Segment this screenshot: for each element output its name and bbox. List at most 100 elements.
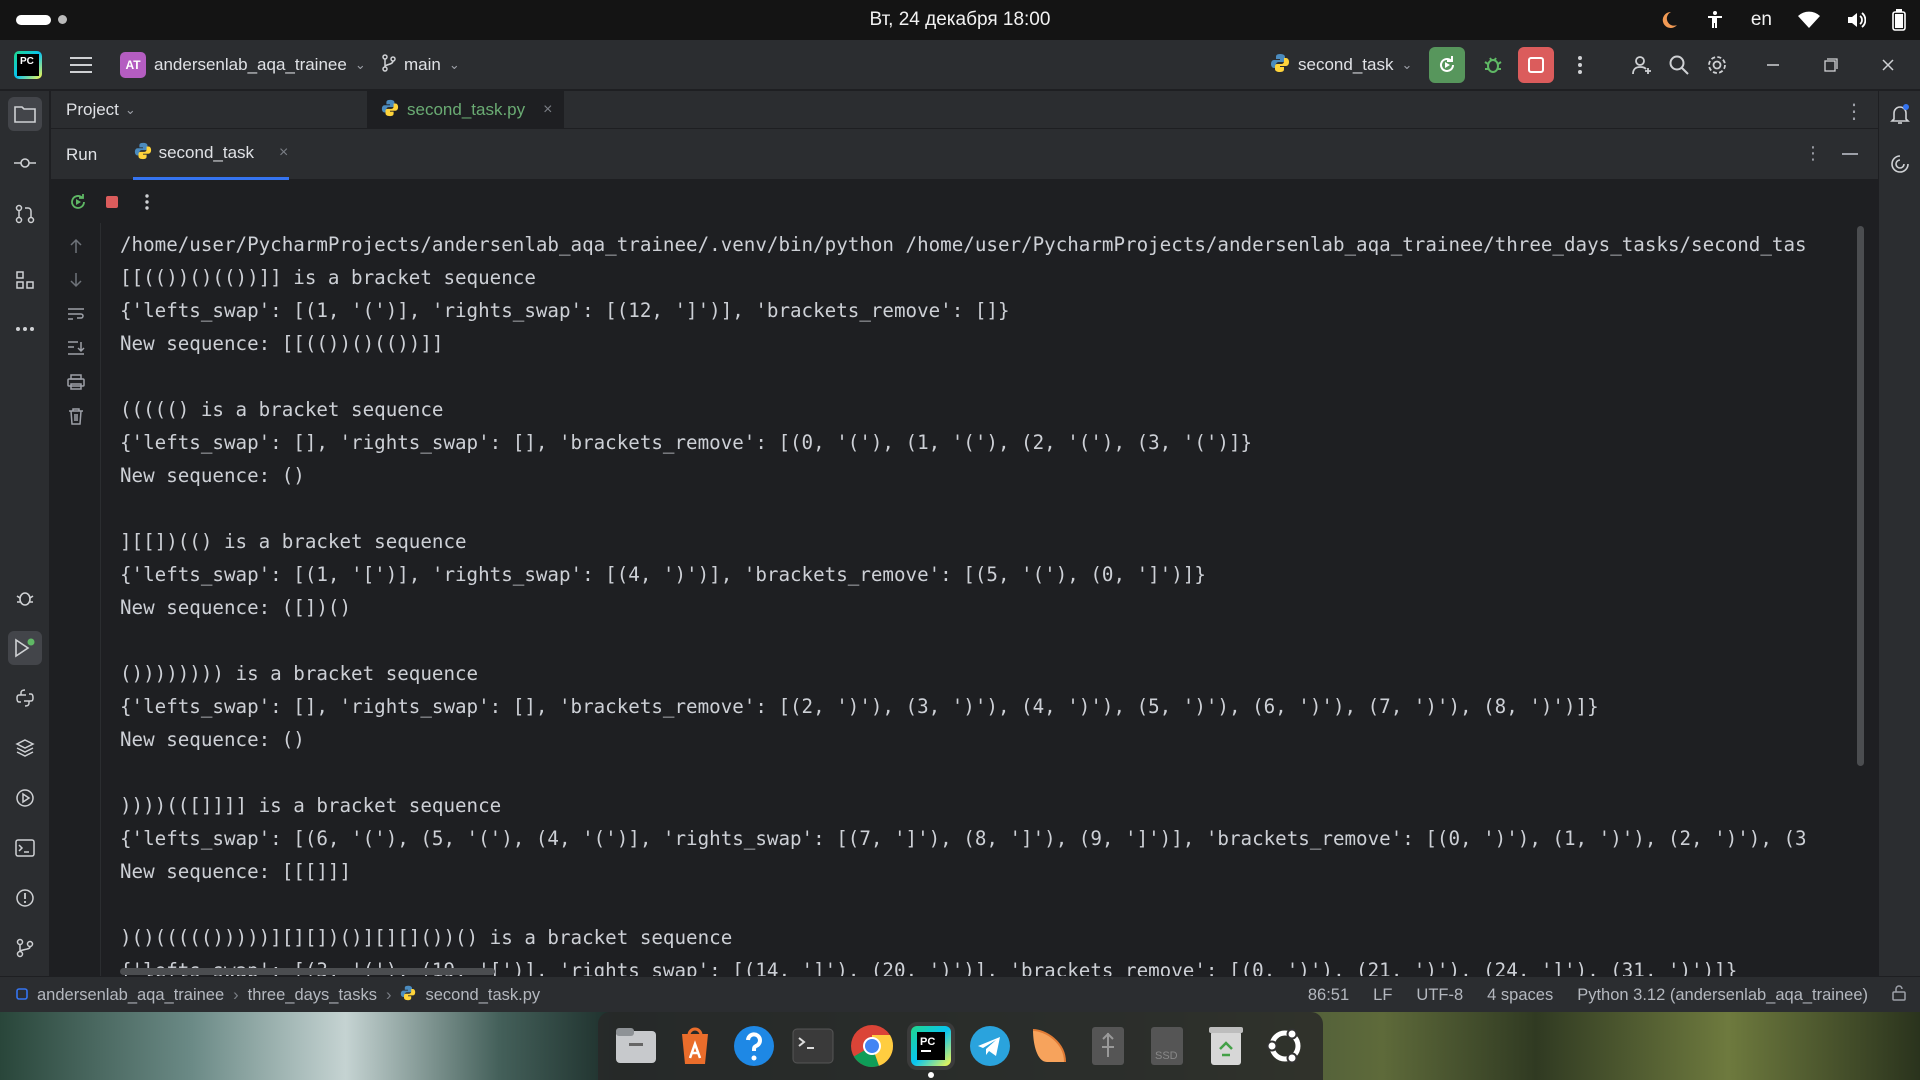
- telegram-icon[interactable]: [966, 1022, 1014, 1070]
- branch-icon: [382, 53, 396, 77]
- close-tab-icon[interactable]: ×: [543, 101, 552, 119]
- scroll-to-end-icon[interactable]: [65, 337, 87, 359]
- close-tab-icon[interactable]: ×: [279, 144, 288, 162]
- notifications-bell-icon[interactable]: [1883, 97, 1917, 131]
- console-vertical-scrollbar[interactable]: [1857, 226, 1864, 766]
- rerun-icon[interactable]: [67, 191, 89, 213]
- volume-icon[interactable]: [1846, 11, 1866, 29]
- console-line: New sequence: [[[]]]: [120, 860, 352, 883]
- debug-tool-icon[interactable]: [8, 581, 42, 615]
- console-side-toolbar: [51, 223, 101, 976]
- run-tool-icon[interactable]: [8, 631, 42, 665]
- files-icon[interactable]: [612, 1022, 660, 1070]
- stop-button[interactable]: [1518, 47, 1554, 83]
- keyboard-layout[interactable]: en: [1751, 9, 1772, 31]
- main-menu-icon[interactable]: [70, 40, 92, 90]
- print-icon[interactable]: [65, 371, 87, 393]
- pycharm-logo-icon[interactable]: PC: [14, 40, 42, 90]
- chevron-down-icon: ⌄: [124, 102, 136, 117]
- run-tab-second-task[interactable]: second_task ×: [133, 129, 289, 180]
- svg-text:PC: PC: [920, 1036, 935, 1048]
- debug-button[interactable]: [1475, 47, 1511, 83]
- run-config-name: second_task: [1298, 55, 1394, 74]
- svg-text:SSD: SSD: [1155, 1050, 1178, 1062]
- structure-icon[interactable]: [8, 263, 42, 297]
- night-light-icon[interactable]: [1659, 10, 1679, 30]
- hide-panel-icon[interactable]: [1842, 153, 1858, 155]
- problems-icon[interactable]: [8, 881, 42, 915]
- trash-icon[interactable]: [65, 405, 87, 427]
- ide-main-toolbar: PC AT andersenlab_aqa_trainee ⌄ main ⌄ s…: [0, 40, 1920, 90]
- chevron-down-icon: ⌄: [448, 57, 460, 72]
- chevron-down-icon: ⌄: [1401, 57, 1413, 72]
- vcs-branch-switcher[interactable]: main ⌄: [382, 40, 460, 90]
- window-restore-icon[interactable]: [1813, 47, 1849, 83]
- breadcrumb-item[interactable]: second_task.py: [425, 986, 540, 1005]
- app-center-icon[interactable]: [671, 1022, 719, 1070]
- chrome-icon[interactable]: [848, 1022, 896, 1070]
- usb-drive-icon[interactable]: [1084, 1022, 1132, 1070]
- run-configuration-selector[interactable]: second_task ⌄: [1270, 40, 1412, 90]
- stop-icon[interactable]: [101, 191, 123, 213]
- more-tool-windows-icon[interactable]: [8, 312, 42, 346]
- ai-assistant-icon[interactable]: [1883, 147, 1917, 181]
- ssd-drive-icon[interactable]: SSD: [1143, 1022, 1191, 1070]
- console-line: New sequence: (): [120, 728, 305, 751]
- project-folder-icon[interactable]: [8, 97, 42, 131]
- python-icon: [134, 142, 152, 165]
- line-separator[interactable]: LF: [1373, 986, 1392, 1005]
- ubuntu-logo-icon[interactable]: [1261, 1022, 1309, 1070]
- breadcrumb-item[interactable]: andersenlab_aqa_trainee: [37, 986, 224, 1005]
- wifi-icon[interactable]: [1798, 11, 1820, 29]
- console-line: {'lefts_swap': [], 'rights_swap': [], 'b…: [120, 431, 1253, 454]
- project-switcher[interactable]: AT andersenlab_aqa_trainee ⌄: [120, 40, 366, 90]
- file-encoding[interactable]: UTF-8: [1416, 986, 1463, 1005]
- python-packages-icon[interactable]: [8, 681, 42, 715]
- layers-icon[interactable]: [8, 731, 42, 765]
- console-horizontal-scrollbar[interactable]: [120, 968, 495, 975]
- run-console-output[interactable]: /home/user/PycharmProjects/andersenlab_a…: [101, 223, 1858, 976]
- code-with-me-icon[interactable]: [1624, 47, 1660, 83]
- indent-settings[interactable]: 4 spaces: [1487, 986, 1553, 1005]
- window-minimize-icon[interactable]: [1755, 47, 1791, 83]
- console-line: {'lefts_swap': [], 'rights_swap': [], 'b…: [120, 695, 1599, 718]
- arrow-up-icon[interactable]: [65, 235, 87, 257]
- terminal-icon[interactable]: [789, 1022, 837, 1070]
- chevron-down-icon: ⌄: [354, 57, 366, 72]
- project-view-dropdown[interactable]: Project ⌄: [66, 91, 136, 129]
- services-icon[interactable]: [8, 781, 42, 815]
- search-icon[interactable]: [1661, 47, 1697, 83]
- more-actions-icon[interactable]: [136, 191, 158, 213]
- orange-app-icon[interactable]: [1025, 1022, 1073, 1070]
- editor-more-icon[interactable]: ⋮: [1844, 99, 1864, 124]
- breadcrumb-item[interactable]: three_days_tasks: [248, 986, 377, 1005]
- system-clock[interactable]: Вт, 24 декабря 18:00: [0, 9, 1920, 31]
- pycharm-icon[interactable]: PC: [906, 1022, 955, 1078]
- accessibility-icon[interactable]: [1705, 10, 1725, 30]
- run-toolbar: [51, 181, 1878, 223]
- python-interpreter[interactable]: Python 3.12 (andersenlab_aqa_trainee): [1577, 986, 1868, 1005]
- terminal-icon[interactable]: [8, 831, 42, 865]
- arrow-down-icon[interactable]: [65, 269, 87, 291]
- battery-icon[interactable]: [1892, 9, 1906, 31]
- console-line: ))))(([]]]] is a bracket sequence: [120, 794, 502, 817]
- help-icon[interactable]: [730, 1022, 778, 1070]
- system-tray[interactable]: en: [1659, 6, 1906, 34]
- settings-gear-icon[interactable]: [1699, 47, 1735, 83]
- pull-requests-icon[interactable]: [8, 197, 42, 231]
- more-actions-icon[interactable]: [1562, 47, 1598, 83]
- trash-icon[interactable]: [1202, 1022, 1250, 1070]
- python-icon: [1270, 53, 1290, 78]
- branch-name: main: [404, 55, 441, 74]
- lock-icon[interactable]: [1892, 984, 1906, 1006]
- soft-wrap-icon[interactable]: [65, 303, 87, 325]
- commit-icon[interactable]: [8, 146, 42, 180]
- git-icon[interactable]: [8, 931, 42, 965]
- window-close-icon[interactable]: [1870, 47, 1906, 83]
- editor-tab-second-task[interactable]: second_task.py ×: [367, 91, 564, 129]
- run-panel-more-icon[interactable]: ⋮: [1804, 143, 1822, 164]
- rerun-button[interactable]: [1429, 47, 1465, 83]
- caret-position[interactable]: 86:51: [1308, 986, 1349, 1005]
